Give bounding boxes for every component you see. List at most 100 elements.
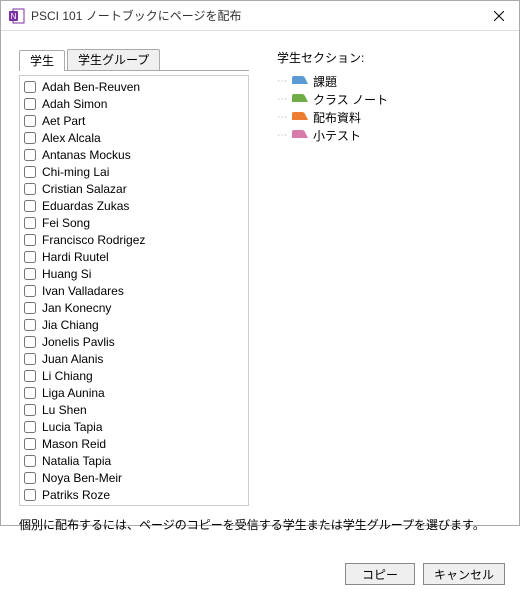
section-item[interactable]: ⋯ 課題 bbox=[277, 72, 501, 90]
list-item[interactable]: Lucia Tapia bbox=[24, 418, 244, 435]
list-item[interactable]: Mason Reid bbox=[24, 435, 244, 452]
student-checkbox[interactable] bbox=[24, 81, 36, 93]
dialog-distribute-page: N PSCI 101 ノートブックにページを配布 学生 学生グループ Adah … bbox=[0, 0, 520, 526]
footer-instruction: 個別に配布するには、ページのコピーを受信する学生または学生グループを選びます。 bbox=[19, 506, 501, 547]
student-checkbox[interactable] bbox=[24, 217, 36, 229]
list-item[interactable]: Eduardas Zukas bbox=[24, 197, 244, 214]
list-item[interactable]: Aet Part bbox=[24, 112, 244, 129]
student-name: Noya Ben-Meir bbox=[42, 471, 122, 485]
copy-button[interactable]: コピー bbox=[345, 563, 415, 585]
tab-students[interactable]: 学生 bbox=[19, 50, 65, 71]
student-list[interactable]: Adah Ben-Reuven Adah SimonAet PartAlex Al… bbox=[19, 75, 249, 506]
student-checkbox[interactable] bbox=[24, 200, 36, 212]
section-tab-icon bbox=[291, 92, 309, 106]
list-item[interactable]: Jonelis Pavlis bbox=[24, 333, 244, 350]
student-checkbox[interactable] bbox=[24, 472, 36, 484]
student-name: Jia Chiang bbox=[42, 318, 99, 332]
close-button[interactable] bbox=[479, 1, 519, 31]
student-name: Ivan Valladares bbox=[42, 284, 124, 298]
sections-header: 学生セクション: bbox=[277, 49, 501, 66]
student-checkbox[interactable] bbox=[24, 115, 36, 127]
list-item[interactable]: Cristian Salazar bbox=[24, 180, 244, 197]
section-item[interactable]: ⋯クラス ノート bbox=[277, 90, 501, 108]
right-column: 学生セクション: ⋯課題⋯クラス ノート⋯配布資料⋯小テスト bbox=[277, 49, 501, 506]
list-item[interactable]: Liga Aunina bbox=[24, 384, 244, 401]
student-name: Francisco Rodrigez bbox=[42, 233, 145, 247]
student-checkbox[interactable] bbox=[24, 183, 36, 195]
student-name: Cristian Salazar bbox=[42, 182, 127, 196]
tree-connector: ⋯ bbox=[277, 76, 287, 87]
tab-student-groups[interactable]: 学生グループ bbox=[67, 49, 160, 70]
list-item[interactable]: Noya Ben-Meir bbox=[24, 469, 244, 486]
student-name: Li Chiang bbox=[42, 369, 93, 383]
section-tab-icon bbox=[291, 128, 309, 142]
list-item[interactable]: Fei Song bbox=[24, 214, 244, 231]
section-label: クラス ノート bbox=[313, 91, 388, 108]
student-checkbox[interactable] bbox=[24, 438, 36, 450]
student-checkbox[interactable] bbox=[24, 353, 36, 365]
student-checkbox[interactable] bbox=[24, 132, 36, 144]
titlebar: N PSCI 101 ノートブックにページを配布 bbox=[1, 1, 519, 31]
student-name: Chi-ming Lai bbox=[42, 165, 109, 179]
tabs: 学生 学生グループ bbox=[19, 49, 249, 71]
student-checkbox[interactable] bbox=[24, 302, 36, 314]
student-checkbox[interactable] bbox=[24, 149, 36, 161]
student-name: Liga Aunina bbox=[42, 386, 105, 400]
student-checkbox[interactable] bbox=[24, 234, 36, 246]
student-checkbox[interactable] bbox=[24, 404, 36, 416]
student-checkbox[interactable] bbox=[24, 489, 36, 501]
student-checkbox[interactable] bbox=[24, 370, 36, 382]
student-name: Huang Si bbox=[42, 267, 91, 281]
section-label: 小テスト bbox=[313, 127, 361, 144]
list-item[interactable]: Jia Chiang bbox=[24, 316, 244, 333]
section-item[interactable]: ⋯ 小テスト bbox=[277, 126, 501, 144]
list-item[interactable]: Huang Si bbox=[24, 265, 244, 282]
student-checkbox[interactable] bbox=[24, 285, 36, 297]
student-name: Antanas Mockus bbox=[42, 148, 131, 162]
student-name: Jonelis Pavlis bbox=[42, 335, 115, 349]
svg-text:N: N bbox=[11, 12, 17, 21]
student-checkbox[interactable] bbox=[24, 166, 36, 178]
student-name: Juan Alanis bbox=[42, 352, 103, 366]
student-name: Adah Simon bbox=[42, 97, 107, 111]
tree-connector: ⋯ bbox=[277, 112, 287, 123]
cancel-button[interactable]: キャンセル bbox=[423, 563, 505, 585]
window-title: PSCI 101 ノートブックにページを配布 bbox=[31, 7, 479, 24]
section-tab-icon bbox=[291, 110, 309, 124]
list-item[interactable]: Lu Shen bbox=[24, 401, 244, 418]
list-item[interactable]: Natalia Tapia bbox=[24, 452, 244, 469]
tree-connector: ⋯ bbox=[277, 130, 287, 141]
student-checkbox[interactable] bbox=[24, 455, 36, 467]
student-checkbox[interactable] bbox=[24, 319, 36, 331]
section-item[interactable]: ⋯配布資料 bbox=[277, 108, 501, 126]
student-checkbox[interactable] bbox=[24, 387, 36, 399]
section-tab-icon bbox=[291, 74, 309, 88]
student-name: Patriks Roze bbox=[42, 488, 110, 502]
student-name: Mason Reid bbox=[42, 437, 106, 451]
onenote-icon: N bbox=[9, 8, 25, 24]
list-item[interactable]: Jan Konecny bbox=[24, 299, 244, 316]
student-name: Eduardas Zukas bbox=[42, 199, 129, 213]
list-item[interactable]: Ivan Valladares bbox=[24, 282, 244, 299]
student-checkbox[interactable] bbox=[24, 268, 36, 280]
student-name: Adah Ben-Reuven bbox=[42, 80, 140, 94]
list-item[interactable]: Antanas Mockus bbox=[24, 146, 244, 163]
student-checkbox[interactable] bbox=[24, 421, 36, 433]
list-item[interactable]: Juan Alanis bbox=[24, 350, 244, 367]
student-checkbox[interactable] bbox=[24, 251, 36, 263]
list-item[interactable]: Chi-ming Lai bbox=[24, 163, 244, 180]
student-name: Hardi Ruutel bbox=[42, 250, 109, 264]
list-item[interactable]: Francisco Rodrigez bbox=[24, 231, 244, 248]
student-checkbox[interactable] bbox=[24, 98, 36, 110]
list-item[interactable]: Hardi Ruutel bbox=[24, 248, 244, 265]
button-row: コピー キャンセル bbox=[1, 555, 519, 599]
student-checkbox[interactable] bbox=[24, 336, 36, 348]
columns: 学生 学生グループ Adah Ben-Reuven Adah SimonAet P… bbox=[19, 49, 501, 506]
sections-tree: ⋯課題⋯クラス ノート⋯配布資料⋯小テスト bbox=[277, 72, 501, 144]
list-item[interactable]: Li Chiang bbox=[24, 367, 244, 384]
list-item[interactable]: Alex Alcala bbox=[24, 129, 244, 146]
list-item[interactable]: Adah Simon bbox=[24, 95, 244, 112]
section-label: 課題 bbox=[313, 73, 337, 90]
list-item[interactable]: Adah Ben-Reuven bbox=[24, 78, 244, 95]
list-item[interactable]: Patriks Roze bbox=[24, 486, 244, 503]
